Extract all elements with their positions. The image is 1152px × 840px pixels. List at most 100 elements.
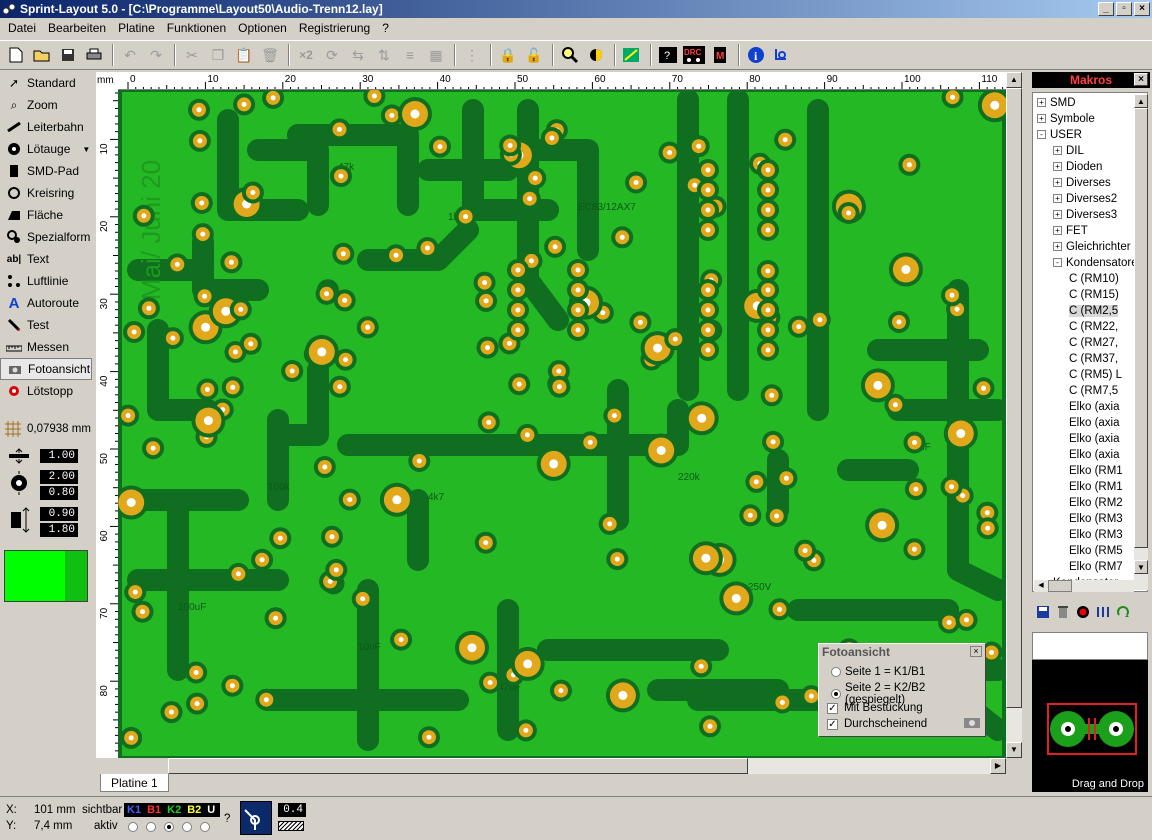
- print-icon[interactable]: [82, 43, 106, 67]
- tree-item[interactable]: + SMD: [1037, 95, 1076, 111]
- tree-item[interactable]: C (RM10): [1069, 271, 1119, 287]
- info-icon[interactable]: i: [744, 43, 768, 67]
- tree-item[interactable]: C (RM5) L: [1069, 367, 1122, 383]
- maximize-button[interactable]: ▫: [1116, 2, 1132, 16]
- grid-value[interactable]: 0,07938 mm: [27, 423, 91, 435]
- redo-icon[interactable]: ↷: [144, 43, 168, 67]
- smd-width-input[interactable]: 0.90: [40, 507, 78, 521]
- tree-item[interactable]: + Diverses: [1053, 175, 1111, 191]
- checkbox-icon[interactable]: ✓: [827, 702, 838, 714]
- snap-icon[interactable]: ⋮: [460, 43, 484, 67]
- tool-loetauge[interactable]: Lötauge ▼: [0, 138, 92, 160]
- scroll-down-button[interactable]: ▼: [1006, 742, 1022, 758]
- radio-u[interactable]: [200, 821, 210, 832]
- track-value-input[interactable]: 0.4: [278, 803, 306, 817]
- tree-item[interactable]: Elko (RM3: [1069, 527, 1123, 543]
- zoom-icon[interactable]: [558, 43, 582, 67]
- component-icon[interactable]: [620, 43, 644, 67]
- tree-item[interactable]: Elko (RM7: [1069, 559, 1123, 575]
- minimize-button[interactable]: _: [1098, 2, 1114, 16]
- checkbox-durchscheinend[interactable]: ✓ Durchscheinend: [827, 718, 927, 730]
- expand-icon[interactable]: +: [1053, 178, 1062, 188]
- tree-item[interactable]: - Kondensatoren: [1053, 255, 1144, 271]
- tree-item[interactable]: C (RM22,: [1069, 319, 1118, 335]
- expand-icon[interactable]: +: [1053, 210, 1062, 220]
- menu-platine[interactable]: Platine: [112, 21, 161, 35]
- tree-item[interactable]: Elko (RM3: [1069, 511, 1123, 527]
- save-macro-icon[interactable]: [1036, 605, 1050, 622]
- tool-smd-pad[interactable]: SMD-Pad: [0, 160, 92, 182]
- tree-item[interactable]: + Symbole: [1037, 111, 1095, 127]
- vertical-scroll-thumb[interactable]: [1006, 88, 1022, 708]
- tree-item[interactable]: Elko (RM1: [1069, 463, 1123, 479]
- radio-seite-2[interactable]: [831, 689, 841, 699]
- tree-item[interactable]: Elko (RM1: [1069, 479, 1123, 495]
- layer-k2[interactable]: K2: [167, 803, 181, 817]
- grid-icon[interactable]: [4, 420, 22, 441]
- copy-icon[interactable]: ❐: [206, 43, 230, 67]
- tab-platine-1[interactable]: Platine 1: [100, 774, 169, 792]
- expand-icon[interactable]: +: [1037, 114, 1046, 124]
- tree-item[interactable]: + Diverses3: [1053, 207, 1117, 223]
- tree-item[interactable]: Elko (axia: [1069, 431, 1120, 447]
- layer-b2[interactable]: B2: [187, 803, 201, 817]
- tool-flaeche[interactable]: Fläche: [0, 204, 92, 226]
- horizontal-scroll-thumb[interactable]: [168, 758, 748, 774]
- menu-registrierung[interactable]: Registrierung: [293, 21, 376, 35]
- tool-text[interactable]: ab| Text: [0, 248, 92, 270]
- lock-icon[interactable]: 🔒: [496, 43, 520, 67]
- tool-messen[interactable]: Messen: [0, 336, 92, 358]
- tree-scroll-thumb[interactable]: [1134, 108, 1148, 548]
- menu-bearbeiten[interactable]: Bearbeiten: [42, 21, 112, 35]
- tool-test[interactable]: Test: [0, 314, 92, 336]
- tool-fotoansicht[interactable]: Fotoansicht: [0, 358, 92, 380]
- tool-standard[interactable]: ➚ Standard: [0, 72, 92, 94]
- macro-tree[interactable]: + SMD + Symbole - USER + DIL + Dioden + Diverses + Di…: [1032, 92, 1148, 592]
- smd-height-input[interactable]: 1.80: [40, 523, 78, 537]
- undo-icon[interactable]: ↶: [118, 43, 142, 67]
- expand-icon[interactable]: +: [1053, 226, 1062, 236]
- collapse-icon[interactable]: -: [1053, 258, 1062, 268]
- scroll-right-button[interactable]: ▶: [990, 758, 1006, 774]
- new-file-icon[interactable]: [4, 43, 28, 67]
- duplicate-icon[interactable]: ×2: [294, 43, 318, 67]
- record-icon[interactable]: [1076, 605, 1090, 622]
- checkbox-mit-bestueckung[interactable]: ✓ Mit Bestückung: [827, 702, 923, 714]
- radio-b1[interactable]: [146, 821, 156, 832]
- tree-scrollbar[interactable]: ▲ ▼: [1134, 94, 1148, 590]
- cut-icon[interactable]: ✂: [180, 43, 204, 67]
- layer-b1[interactable]: B1: [147, 803, 161, 817]
- tool-leiterbahn[interactable]: Leiterbahn: [0, 116, 92, 138]
- tree-item[interactable]: C (RM2,5: [1069, 303, 1119, 319]
- layer-k1[interactable]: K1: [127, 803, 141, 817]
- radio-k2[interactable]: [164, 821, 174, 832]
- color-swatch[interactable]: [4, 550, 88, 602]
- tool-loetstopp[interactable]: Lötstopp: [0, 380, 92, 402]
- pad-inner-input[interactable]: 0.80: [40, 486, 78, 500]
- tree-item[interactable]: Elko (RM5: [1069, 543, 1123, 559]
- align-icon[interactable]: ≡: [398, 43, 422, 67]
- view-icon[interactable]: [584, 43, 608, 67]
- tree-item[interactable]: Elko (axia: [1069, 399, 1120, 415]
- close-window-button[interactable]: ×: [1134, 2, 1150, 16]
- delete-macro-icon[interactable]: [1056, 605, 1070, 622]
- hatch-pattern-icon[interactable]: [278, 821, 304, 831]
- group-icon[interactable]: ▦: [424, 43, 448, 67]
- chevron-down-icon[interactable]: ▼: [82, 145, 90, 154]
- expand-icon[interactable]: +: [1037, 98, 1046, 108]
- tree-item[interactable]: Elko (RM2: [1069, 495, 1123, 511]
- unlock-icon[interactable]: 🔓: [522, 43, 546, 67]
- checkbox-icon[interactable]: ✓: [827, 718, 838, 730]
- rotate-icon[interactable]: ⟳: [320, 43, 344, 67]
- radio-seite-1[interactable]: [831, 667, 841, 677]
- dialog-close-icon[interactable]: ×: [970, 646, 982, 657]
- tree-item[interactable]: Elko (axia: [1069, 447, 1120, 463]
- help-button[interactable]: ?: [224, 813, 230, 825]
- horizontal-scrollbar[interactable]: ▶: [168, 758, 1006, 774]
- tree-item[interactable]: + Diverses2: [1053, 191, 1117, 207]
- rotate-macro-icon[interactable]: [1116, 605, 1130, 622]
- camera-icon[interactable]: [963, 715, 981, 732]
- layer-mode-icon[interactable]: [240, 801, 272, 835]
- tree-item[interactable]: C (RM37,: [1069, 351, 1118, 367]
- radio-k1[interactable]: [128, 821, 138, 832]
